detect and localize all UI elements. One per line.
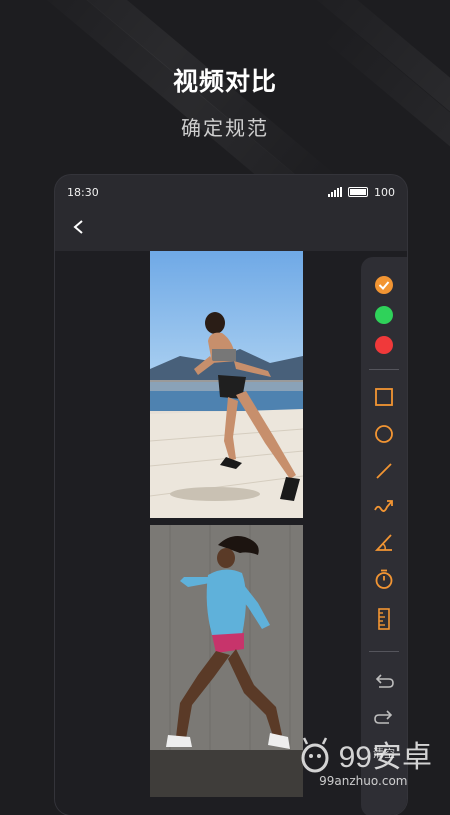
phone-frame: 18:30 100 清空 xyxy=(55,175,407,815)
curve-arrow-tool[interactable] xyxy=(372,495,396,519)
line-tool[interactable] xyxy=(372,459,396,483)
check-icon xyxy=(375,276,393,294)
watermark-url: 99anzhuo.com xyxy=(319,774,408,788)
rectangle-icon xyxy=(375,388,393,406)
chevron-left-icon xyxy=(73,220,83,234)
curve-arrow-icon xyxy=(374,500,393,512)
line-icon xyxy=(376,463,392,479)
status-time: 18:30 xyxy=(67,185,99,199)
angle-icon xyxy=(374,534,392,551)
hero-subtitle: 确定规范 xyxy=(181,116,269,140)
battery-icon xyxy=(348,187,368,197)
color-green-button[interactable] xyxy=(372,303,396,327)
undo-icon xyxy=(375,674,394,688)
watermark-logo: 99安卓 xyxy=(295,732,432,776)
color-red-button[interactable] xyxy=(372,333,396,357)
runner-photo-bottom xyxy=(150,525,303,797)
top-bar xyxy=(55,209,407,247)
color-orange-button[interactable] xyxy=(372,273,396,297)
video-top[interactable] xyxy=(150,251,303,518)
color-swatch-red xyxy=(375,336,393,354)
rectangle-tool[interactable] xyxy=(372,385,396,409)
robot-icon xyxy=(301,737,329,773)
status-bar: 18:30 100 xyxy=(55,175,407,209)
angle-tool[interactable] xyxy=(372,531,396,555)
hero-title: 视频对比 xyxy=(172,67,277,96)
stopwatch-tool[interactable] xyxy=(372,567,396,591)
color-swatch-green xyxy=(375,306,393,324)
watermark: 99安卓 99anzhuo.com xyxy=(295,732,432,788)
redo-button[interactable] xyxy=(372,705,396,729)
circle-tool[interactable] xyxy=(372,422,396,446)
toolbar-divider xyxy=(369,651,399,652)
circle-icon xyxy=(375,425,393,443)
ruler-icon xyxy=(378,608,390,630)
runner-photo-top xyxy=(150,312,303,518)
back-button[interactable] xyxy=(67,215,91,239)
battery-level: 100 xyxy=(374,185,395,199)
stopwatch-icon xyxy=(375,569,393,589)
status-icons: 100 xyxy=(328,186,395,199)
redo-icon xyxy=(374,710,393,724)
video-compare-area xyxy=(55,251,407,815)
video-bottom[interactable] xyxy=(150,525,303,797)
watermark-brand: 99安卓 xyxy=(338,741,432,774)
undo-button[interactable] xyxy=(372,669,396,693)
ruler-tool[interactable] xyxy=(372,607,396,631)
toolbar-divider xyxy=(369,369,399,370)
signal-icon xyxy=(328,187,342,197)
